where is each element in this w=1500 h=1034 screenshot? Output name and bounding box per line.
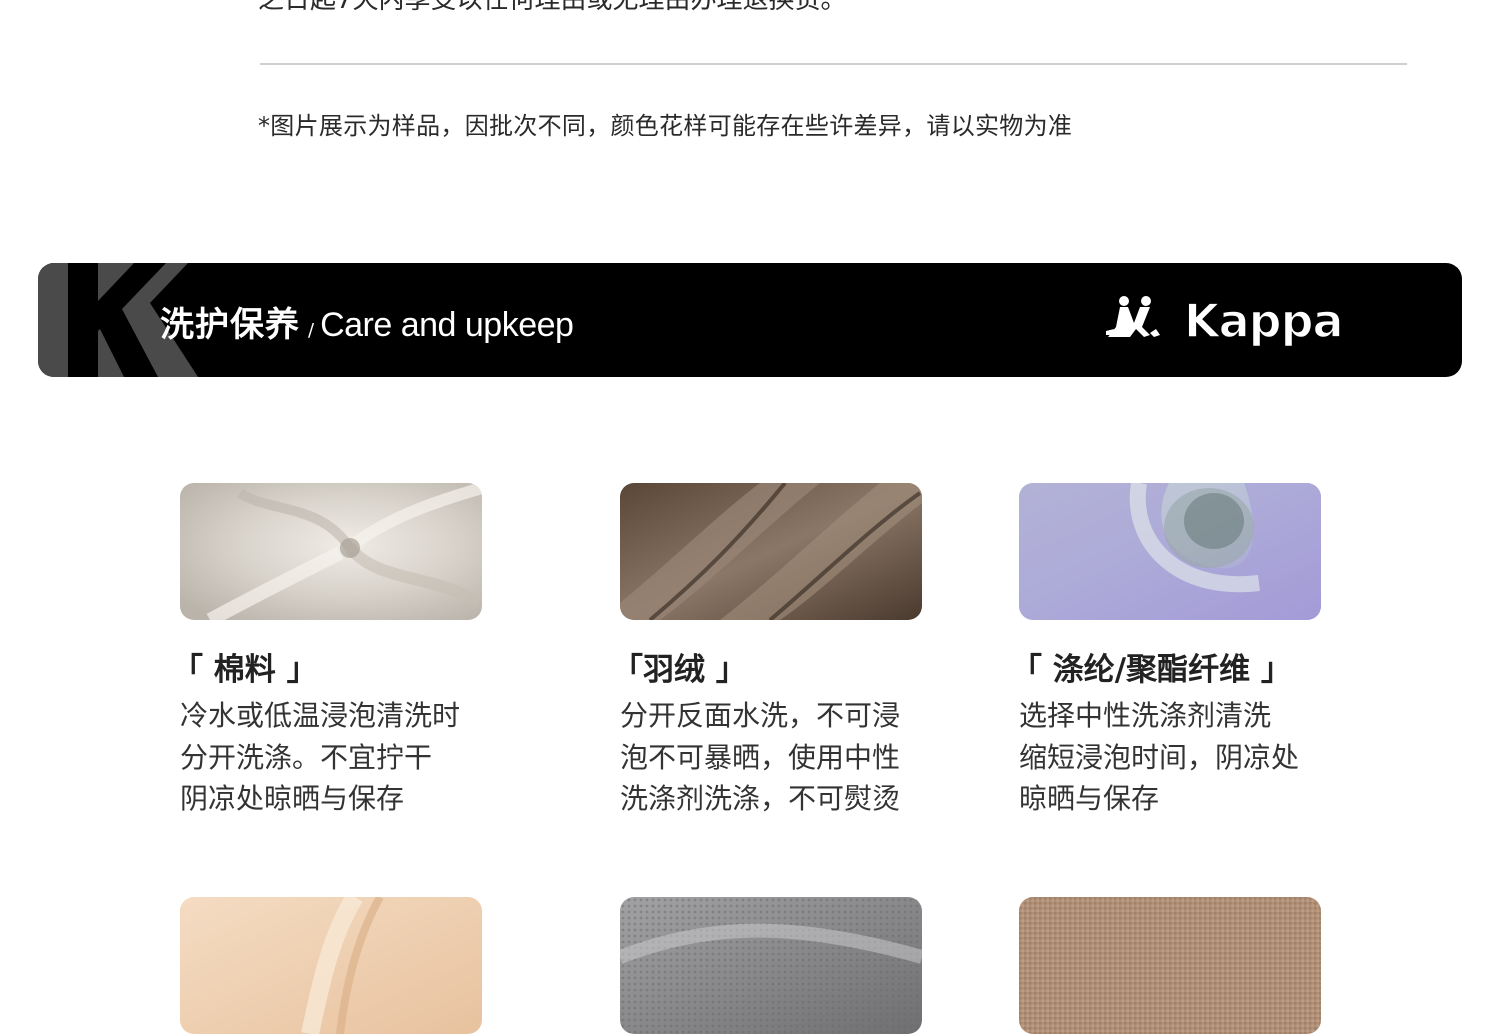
sample-disclaimer: *图片展示为样品，因批次不同，颜色花样可能存在些许差异，请以实物为准 <box>258 112 1073 140</box>
down-desc-line: 分开反面水洗，不可浸 <box>620 699 901 732</box>
down-desc-line: 泡不可暴晒，使用中性 <box>620 740 901 774</box>
down-desc-line: 洗涤剂洗涤，不可熨烫 <box>620 782 901 815</box>
return-policy-text: 之日起7天内享受以任何理由或无理由办理退换货。 <box>258 0 847 15</box>
polyester-title: 「 涤纶/聚酯纤维 」 <box>1011 652 1292 688</box>
peach-fabric-image <box>180 897 482 1034</box>
kappa-logo: Kappa <box>1106 293 1344 347</box>
polyester-description: 选择中性洗涤剂清洗 缩短浸泡时间，阴凉处 晾晒与保存 <box>1019 695 1339 820</box>
care-section-banner: 洗护保养 / Care and upkeep Kappa <box>38 263 1462 377</box>
polyester-desc-line: 缩短浸泡时间，阴凉处 <box>1019 740 1300 774</box>
cotton-desc-line: 分开洗涤。不宜拧干 <box>180 740 433 774</box>
banner-title-separator: / <box>308 320 315 341</box>
knit-fabric-image <box>1019 897 1321 1034</box>
banner-title-en: Care and upkeep <box>320 306 574 344</box>
banner-title-zh: 洗护保养 <box>160 305 300 345</box>
down-fabric-image <box>620 483 922 620</box>
cotton-desc-line: 阴凉处晾晒与保存 <box>180 782 405 815</box>
polyester-desc-line: 晾晒与保存 <box>1019 782 1160 815</box>
section-divider <box>260 63 1407 65</box>
down-title: 「羽绒 」 <box>612 652 747 688</box>
kappa-brand-text: Kappa <box>1184 294 1343 347</box>
banner-title: 洗护保养 / Care and upkeep <box>160 297 574 346</box>
mesh-fabric-image <box>620 897 922 1034</box>
cotton-fabric-image <box>180 483 482 620</box>
cotton-description: 冷水或低温浸泡清洗时 分开洗涤。不宜拧干 阴凉处晾晒与保存 <box>180 695 500 820</box>
down-description: 分开反面水洗，不可浸 泡不可暴晒，使用中性 洗涤剂洗涤，不可熨烫 <box>620 695 940 820</box>
polyester-fabric-image <box>1019 483 1321 620</box>
cotton-desc-line: 冷水或低温浸泡清洗时 <box>180 699 461 732</box>
cotton-title: 「 棉料 」 <box>172 652 318 688</box>
polyester-desc-line: 选择中性洗涤剂清洗 <box>1019 699 1272 732</box>
